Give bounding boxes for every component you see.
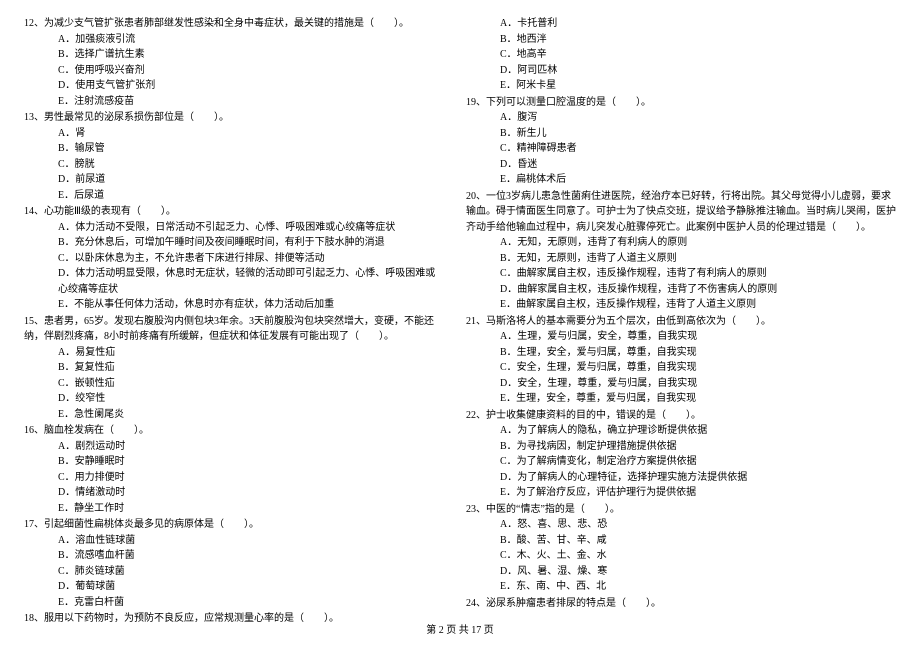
question-option: B．充分休息后，可增加午睡时间及夜间睡眠时间，有利于下肢水肿的消退 xyxy=(24,235,442,251)
left-column: 12、为减少支气管扩张患者肺部继发性感染和全身中毒症状，最关键的措施是（ ）。A… xyxy=(24,16,460,628)
question-option: E．急性阑尾炎 xyxy=(24,407,442,423)
question-option: C．膀胱 xyxy=(24,157,442,173)
question: 20、一位3岁病儿患急性菌痢住进医院，经治疗本已好转，行将出院。其父母觉得小儿虚… xyxy=(466,189,896,313)
question: 23、中医的“情志”指的是（ ）。A．怒、喜、思、悲、恐B．酸、苦、甘、辛、咸C… xyxy=(466,502,896,595)
question: 24、泌尿系肿瘤患者排尿的特点是（ ）。 xyxy=(466,596,896,612)
question-option: D．体力活动明显受限，休息时无症状，轻微的活动即可引起乏力、心悸、呼吸困难或心绞… xyxy=(24,266,442,297)
question-option: B．选择广谱抗生素 xyxy=(24,47,442,63)
question: 13、男性最常见的泌尿系损伤部位是（ ）。A．肾B．输尿管C．膀胱D．前尿道E．… xyxy=(24,110,442,203)
question-stem: 15、患者男，65岁。发现右腹股沟内侧包块3年余。3天前腹股沟包块突然增大，变硬… xyxy=(24,314,442,345)
question-stem: 20、一位3岁病儿患急性菌痢住进医院，经治疗本已好转，行将出院。其父母觉得小儿虚… xyxy=(466,189,896,236)
question-option: D．安全，生理，尊重，爱与归属，自我实现 xyxy=(466,376,896,392)
question: 21、马斯洛将人的基本需要分为五个层次，由低到高依次为（ ）。A．生理，爱与归属… xyxy=(466,314,896,407)
question-option: D．绞窄性 xyxy=(24,391,442,407)
question-option: C．精神障碍患者 xyxy=(466,141,896,157)
page-footer: 第 2 页 共 17 页 xyxy=(0,621,920,636)
question-stem: 13、男性最常见的泌尿系损伤部位是（ ）。 xyxy=(24,110,442,126)
question: 22、护士收集健康资料的目的中，错误的是（ ）。A．为了解病人的隐私，确立护理诊… xyxy=(466,408,896,501)
question-option: A．怒、喜、思、悲、恐 xyxy=(466,517,896,533)
question-stem: 19、下列可以测量口腔温度的是（ ）。 xyxy=(466,95,896,111)
question-option: E．注射流感疫苗 xyxy=(24,94,442,110)
question-option: A．溶血性链球菌 xyxy=(24,533,442,549)
question-option: C．使用呼吸兴奋剂 xyxy=(24,63,442,79)
question-stem: 16、脑血栓发病在（ ）。 xyxy=(24,423,442,439)
right-column: A．卡托普利B．地西泮C．地高辛D．阿司匹林E．阿米卡星19、下列可以测量口腔温… xyxy=(460,16,896,628)
question-stem: 23、中医的“情志”指的是（ ）。 xyxy=(466,502,896,518)
question: 19、下列可以测量口腔温度的是（ ）。A．腹泻B．新生儿C．精神障碍患者D．昏迷… xyxy=(466,95,896,188)
question-option: C．地高辛 xyxy=(466,47,896,63)
question-option: E．阿米卡星 xyxy=(466,78,896,94)
question-option: B．输尿管 xyxy=(24,141,442,157)
question-option: D．情绪激动时 xyxy=(24,485,442,501)
question-option: C．木、火、土、金、水 xyxy=(466,548,896,564)
question-option: C．肺炎链球菌 xyxy=(24,564,442,580)
question-option: A．无知，无原则，违背了有利病人的原则 xyxy=(466,235,896,251)
question-option: B．新生儿 xyxy=(466,126,896,142)
question-option: D．昏迷 xyxy=(466,157,896,173)
question-option: C．曲解家属自主权，违反操作规程，违背了有利病人的原则 xyxy=(466,266,896,282)
question: 12、为减少支气管扩张患者肺部继发性感染和全身中毒症状，最关键的措施是（ ）。A… xyxy=(24,16,442,109)
question-option: A．卡托普利 xyxy=(466,16,896,32)
question-option: E．扁桃体术后 xyxy=(466,172,896,188)
question-option: A．腹泻 xyxy=(466,110,896,126)
question-option: E．不能从事任何体力活动，休息时亦有症状，体力活动后加重 xyxy=(24,297,442,313)
question-option: C．嵌顿性疝 xyxy=(24,376,442,392)
question-option: A．体力活动不受限，日常活动不引起乏力、心悸、呼吸困难或心绞痛等症状 xyxy=(24,220,442,236)
question-option: C．用力排便时 xyxy=(24,470,442,486)
question-option: A．易复性疝 xyxy=(24,345,442,361)
question: A．卡托普利B．地西泮C．地高辛D．阿司匹林E．阿米卡星 xyxy=(466,16,896,94)
question-option: E．东、南、中、西、北 xyxy=(466,579,896,595)
question-option: B．生理，安全，爱与归属，尊重，自我实现 xyxy=(466,345,896,361)
question-option: A．肾 xyxy=(24,126,442,142)
question-option: E．为了解治疗反应，评估护理行为提供依据 xyxy=(466,485,896,501)
question: 14、心功能Ⅲ级的表现有（ ）。A．体力活动不受限，日常活动不引起乏力、心悸、呼… xyxy=(24,204,442,313)
question-option: E．后尿道 xyxy=(24,188,442,204)
question-option: A．生理，爱与归属，安全，尊重，自我实现 xyxy=(466,329,896,345)
question-option: B．地西泮 xyxy=(466,32,896,48)
question-option: E．曲解家属自主权，违反操作规程，违背了人道主义原则 xyxy=(466,297,896,313)
question-stem: 21、马斯洛将人的基本需要分为五个层次，由低到高依次为（ ）。 xyxy=(466,314,896,330)
question-stem: 14、心功能Ⅲ级的表现有（ ）。 xyxy=(24,204,442,220)
question-stem: 12、为减少支气管扩张患者肺部继发性感染和全身中毒症状，最关键的措施是（ ）。 xyxy=(24,16,442,32)
question: 15、患者男，65岁。发现右腹股沟内侧包块3年余。3天前腹股沟包块突然增大，变硬… xyxy=(24,314,442,423)
question-option: A．为了解病人的隐私，确立护理诊断提供依据 xyxy=(466,423,896,439)
question-option: D．前尿道 xyxy=(24,172,442,188)
question-option: B．复复性疝 xyxy=(24,360,442,376)
question-option: E．静坐工作时 xyxy=(24,501,442,517)
question-option: B．酸、苦、甘、辛、咸 xyxy=(466,533,896,549)
question-option: D．为了解病人的心理特征，选择护理实施方法提供依据 xyxy=(466,470,896,486)
question: 16、脑血栓发病在（ ）。A．剧烈运动时B．安静睡眠时C．用力排便时D．情绪激动… xyxy=(24,423,442,516)
question-option: C．以卧床休息为主，不允许患者下床进行排尿、排便等活动 xyxy=(24,251,442,267)
question-option: E．生理，安全，尊重，爱与归属，自我实现 xyxy=(466,391,896,407)
question-option: A．剧烈运动时 xyxy=(24,439,442,455)
question-option: E．克雷白杆菌 xyxy=(24,595,442,611)
question-option: B．安静睡眠时 xyxy=(24,454,442,470)
question-stem: 24、泌尿系肿瘤患者排尿的特点是（ ）。 xyxy=(466,596,896,612)
question-option: A．加强痰液引流 xyxy=(24,32,442,48)
question-option: D．曲解家属自主权，违反操作规程，违背了不伤害病人的原则 xyxy=(466,282,896,298)
question-option: B．为寻找病因，制定护理措施提供依据 xyxy=(466,439,896,455)
question-option: D．阿司匹林 xyxy=(466,63,896,79)
question-option: C．为了解病情变化，制定治疗方案提供依据 xyxy=(466,454,896,470)
question-option: D．风、暑、湿、燥、寒 xyxy=(466,564,896,580)
question-option: D．使用支气管扩张剂 xyxy=(24,78,442,94)
question-option: B．流感嗜血杆菌 xyxy=(24,548,442,564)
question-option: B．无知，无原则，违背了人道主义原则 xyxy=(466,251,896,267)
question-stem: 22、护士收集健康资料的目的中，错误的是（ ）。 xyxy=(466,408,896,424)
question: 17、引起细菌性扁桃体炎最多见的病原体是（ ）。A．溶血性链球菌B．流感嗜血杆菌… xyxy=(24,517,442,610)
question-option: D．葡萄球菌 xyxy=(24,579,442,595)
question-stem: 17、引起细菌性扁桃体炎最多见的病原体是（ ）。 xyxy=(24,517,442,533)
question-option: C．安全，生理，爱与归属，尊重，自我实现 xyxy=(466,360,896,376)
